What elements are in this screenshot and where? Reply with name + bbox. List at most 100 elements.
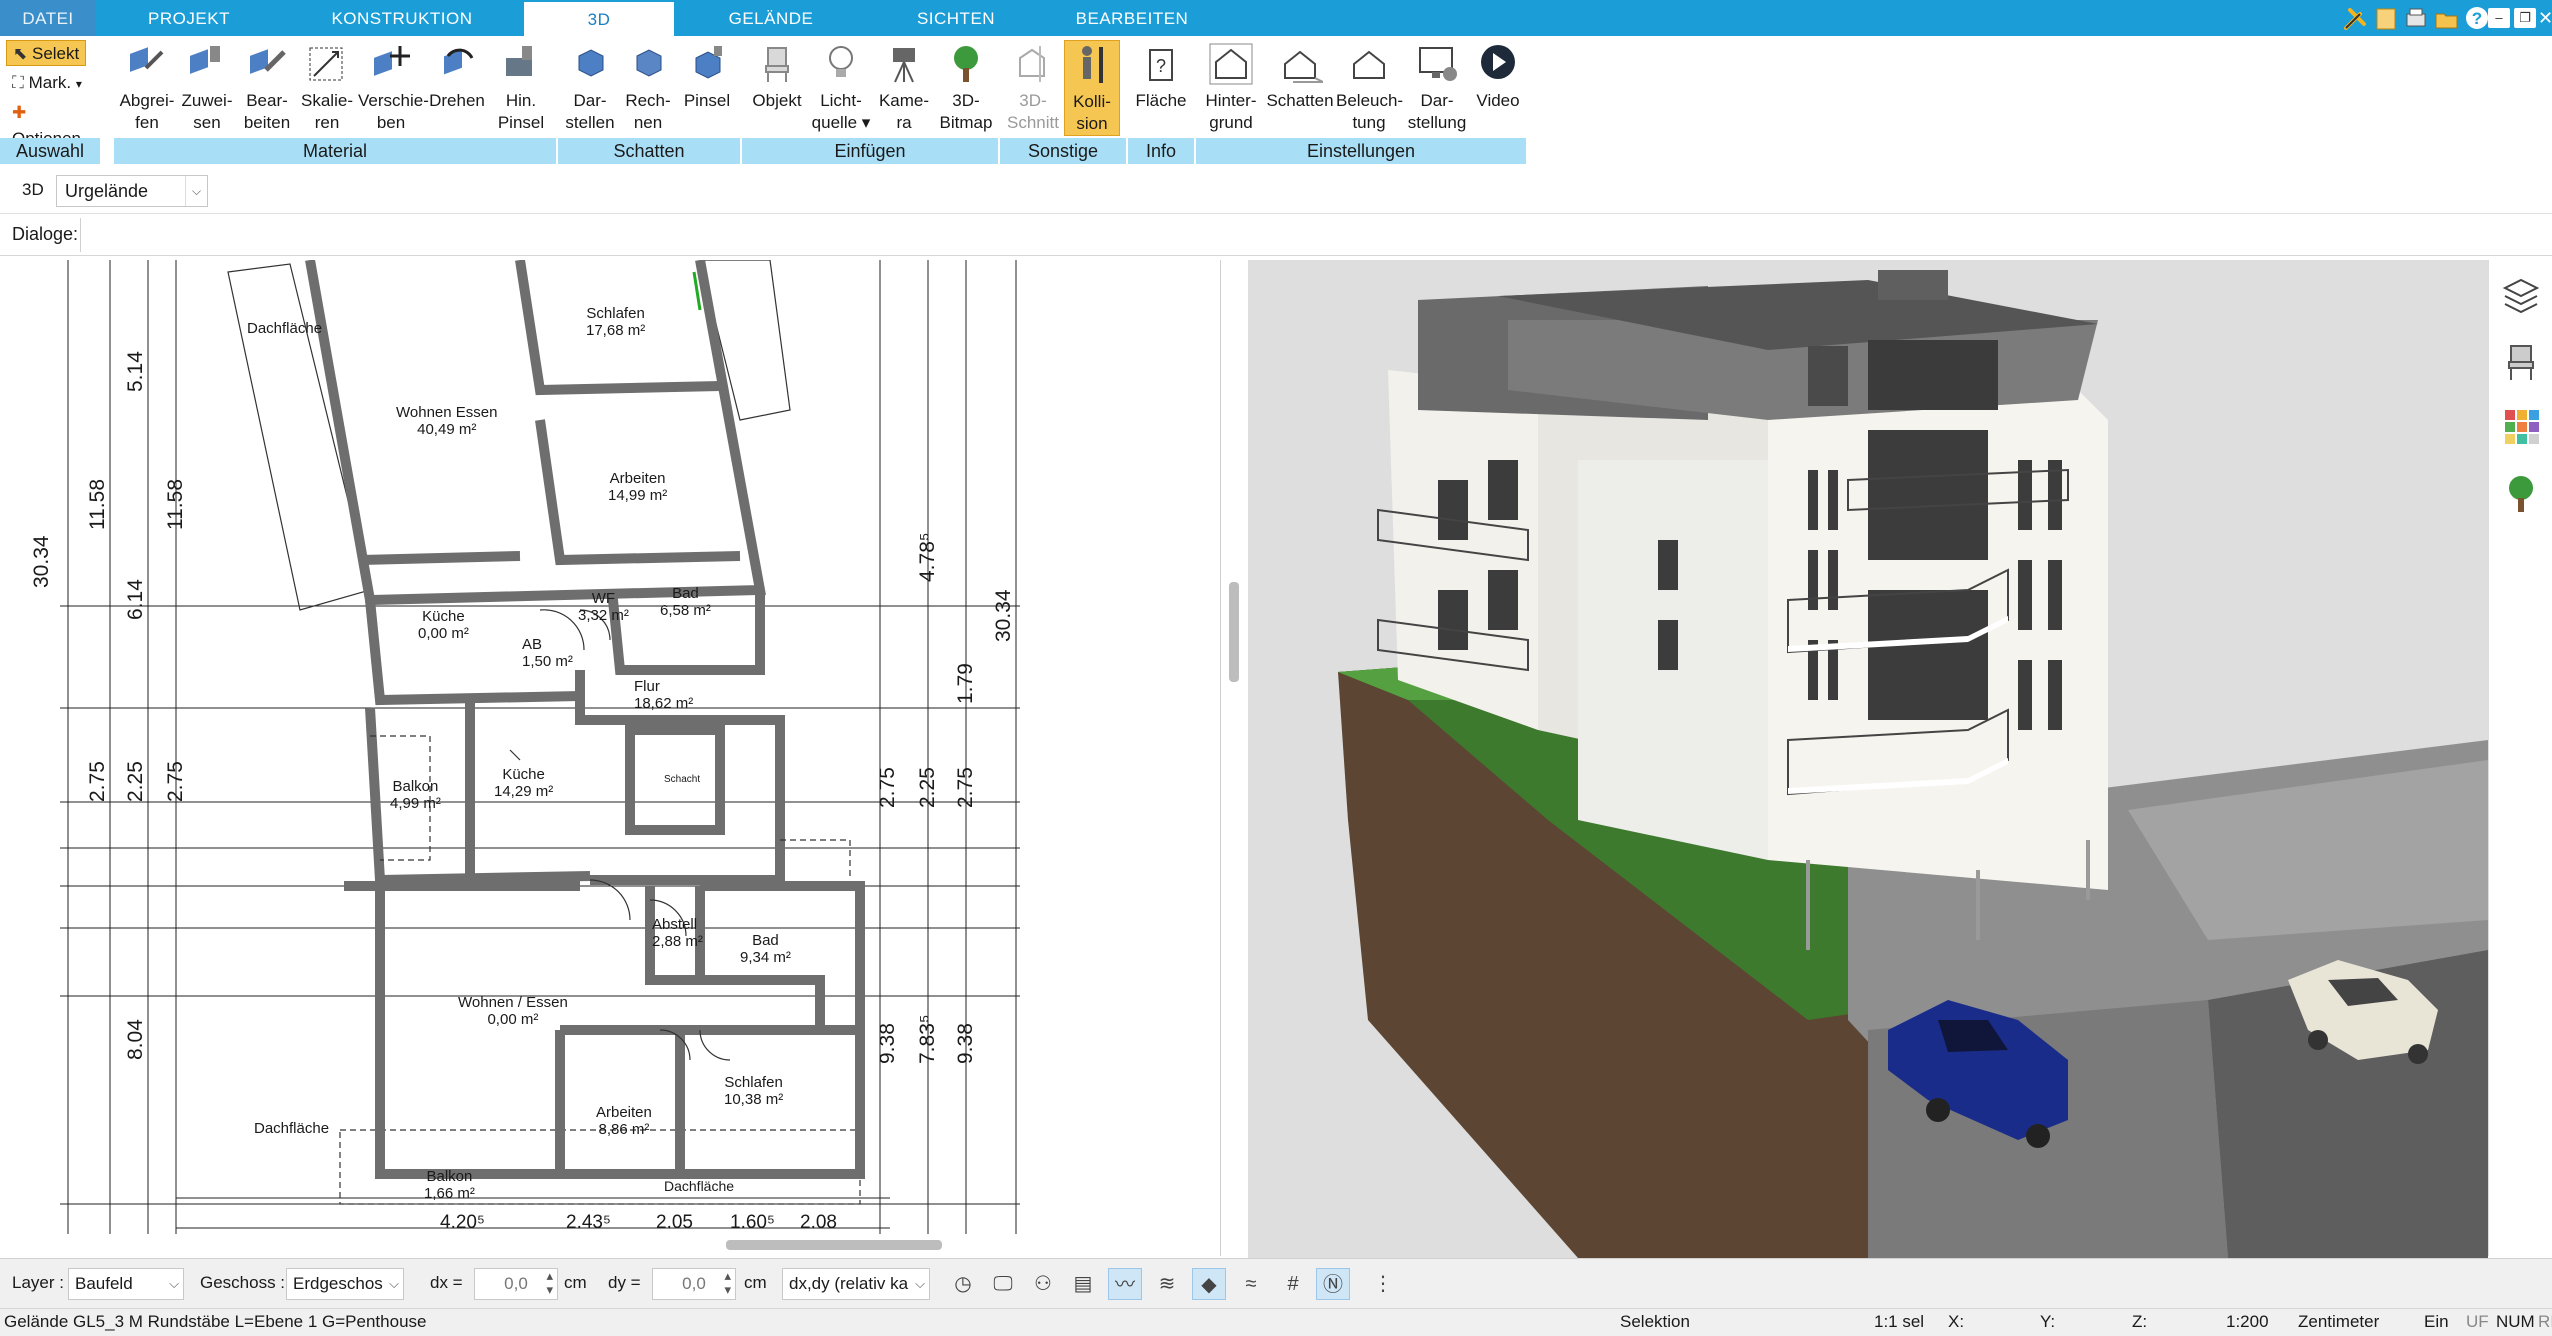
skalieren-button[interactable]: Skalie- ren [298, 40, 356, 136]
dx-input[interactable]: 0,0 ▴ ▾ [474, 1268, 558, 1300]
lightbulb-icon [829, 46, 853, 77]
tab-3d[interactable]: 3D [524, 2, 674, 36]
layers-icon[interactable] [2501, 274, 2541, 318]
slope-icon[interactable]: ≈ [1234, 1268, 1268, 1300]
play-icon [1481, 45, 1515, 79]
darstellung-label-2: stellung [1407, 113, 1467, 132]
drehen-button[interactable]: Drehen [426, 40, 488, 136]
zuweisen-button[interactable]: Zuwei- sen [178, 40, 236, 136]
plan-horizontal-scrollbar[interactable] [0, 1234, 1220, 1256]
3d-bitmap-button[interactable]: 3D- Bitmap [936, 40, 996, 136]
terrain-line-icon[interactable]: 〰 [1108, 1268, 1142, 1300]
hintergrund-button[interactable]: Hinter- grund [1198, 40, 1264, 136]
chevron-down-icon[interactable]: ⌵ [915, 1269, 925, 1299]
materials-palette-icon[interactable] [2501, 406, 2541, 450]
house-background-icon [1209, 43, 1253, 85]
furniture-icon[interactable] [2501, 340, 2541, 384]
schatten-pinsel-button[interactable]: Pinsel [678, 40, 736, 136]
north-icon[interactable]: Ⓝ [1316, 1268, 1350, 1300]
abgreifen-button[interactable]: Abgrei- fen [118, 40, 176, 136]
3d-schnitt-button[interactable]: 3D- Schnitt [1004, 40, 1062, 136]
geschoss-combo[interactable]: Erdgeschos ⌵ [286, 1268, 404, 1300]
tab-bearbeiten[interactable]: BEARBEITEN [1044, 0, 1220, 36]
floor-plan-view[interactable]: Dachfläche Schlafen 17,68 m² Wohnen Essen… [0, 260, 1220, 1234]
close-button[interactable]: ✕ [2538, 8, 2552, 28]
flaeche-button[interactable]: ? Fläche [1132, 40, 1190, 136]
tab-gelaende[interactable]: GELÄNDE [674, 0, 868, 36]
dimension-label: 4.20⁵ [440, 1212, 485, 1233]
3d-view[interactable] [1248, 260, 2488, 1258]
beleuchtung-button[interactable]: Beleuch- tung [1336, 40, 1403, 136]
chevron-down-icon[interactable]: ⌵ [169, 1269, 179, 1299]
right-side-panel [2488, 260, 2552, 1256]
grid-icon[interactable]: # [1276, 1268, 1310, 1300]
people-icon[interactable]: ⚇ [1026, 1268, 1060, 1300]
brush-icon [506, 46, 532, 76]
monitor-pin-icon[interactable]: 🖵 [986, 1268, 1020, 1300]
3d-schnitt-label-1: 3D- [1019, 91, 1047, 110]
skalieren-label-2: ren [314, 113, 340, 132]
selekt-button[interactable]: ⬉ Selekt [6, 40, 87, 66]
darstellung-label-1: Dar- [1420, 91, 1454, 110]
beleuchtung-label-2: tung [1352, 113, 1386, 132]
chevron-down-icon[interactable]: ⌵ [185, 176, 207, 206]
restore-button[interactable]: ❐ [2514, 8, 2536, 28]
scrollbar-thumb[interactable] [726, 1240, 942, 1250]
group-label-info: Info [1128, 138, 1194, 164]
more-options-icon[interactable]: ⋮ [1366, 1268, 1400, 1300]
dx-label: dx = [430, 1273, 463, 1292]
dy-input[interactable]: 0,0 ▴ ▾ [652, 1268, 736, 1300]
help-icon[interactable]: ? [2464, 5, 2490, 31]
coordinate-mode-combo[interactable]: dx,dy (relativ ka ⌵ [782, 1268, 930, 1300]
optionen-button[interactable]: ✚ Optionen [6, 100, 100, 148]
coordinate-mode-value: dx,dy (relativ ka [789, 1274, 909, 1293]
layer-combo[interactable]: Baufeld ⌵ [68, 1268, 184, 1300]
room-label: Arbeiten 14,99 m² [608, 470, 668, 504]
dimension-label: 8.04 [124, 1019, 147, 1060]
kollision-button[interactable]: Kolli- sion [1064, 40, 1120, 136]
area-info-icon: ? [1149, 49, 1173, 81]
dimension-label: 2.75 [164, 761, 187, 802]
dimension-label: 2.08 [800, 1212, 837, 1233]
schatten-darstellen-label-1: Dar- [573, 91, 607, 110]
schatten-rechnen-button[interactable]: Rech- nen [620, 40, 676, 136]
status-ri: RI [2538, 1312, 2552, 1331]
clock-icon[interactable]: ◷ [946, 1268, 980, 1300]
document-icon[interactable] [2374, 6, 2398, 32]
verschieben-button[interactable]: Verschie- ben [358, 40, 429, 136]
schatten-darstellen-button[interactable]: Dar- stellen [562, 40, 618, 136]
layers-stack-icon[interactable]: ▤ [1066, 1268, 1100, 1300]
bearbeiten-label-1: Bear- [246, 91, 288, 110]
mark-button[interactable]: ⛶ Mark. ▾ [6, 70, 88, 96]
tab-sichten[interactable]: SICHTEN [868, 0, 1044, 36]
kamera-button[interactable]: Kame- ra [874, 40, 934, 136]
scrollbar-thumb[interactable] [1229, 582, 1239, 682]
divider [80, 218, 81, 252]
zuweisen-label-1: Zuwei- [181, 91, 233, 110]
chevron-down-icon[interactable]: ⌵ [389, 1269, 399, 1299]
schatten-einstellung-button[interactable]: Schatten [1266, 40, 1334, 136]
surface-icon[interactable]: ≋ [1150, 1268, 1184, 1300]
tools-icon[interactable] [2342, 6, 2368, 32]
stepper-icon[interactable]: ▴ ▾ [546, 1269, 553, 1297]
chair-icon [765, 47, 789, 82]
tree-plants-icon[interactable] [2501, 472, 2541, 516]
darstellung-button[interactable]: Dar- stellung [1404, 40, 1470, 136]
objekt-button[interactable]: Objekt [746, 40, 808, 136]
tab-datei[interactable]: DATEI [0, 0, 96, 36]
cube-shadow-icon [578, 49, 604, 77]
lichtquelle-button[interactable]: Licht- quelle ▾ [810, 40, 872, 136]
terrain-combo[interactable]: Urgelände ⌵ [56, 175, 208, 207]
stepper-icon[interactable]: ▴ ▾ [724, 1269, 731, 1297]
plane-icon[interactable]: ◆ [1192, 1268, 1226, 1300]
hin-pinsel-button[interactable]: Hin. Pinsel [490, 40, 552, 136]
open-folder-icon[interactable] [2434, 6, 2460, 32]
print-icon[interactable] [2404, 6, 2428, 32]
minimize-button[interactable]: – [2488, 8, 2510, 28]
bearbeiten-button[interactable]: Bear- beiten [238, 40, 296, 136]
tab-projekt[interactable]: PROJEKT [96, 0, 282, 36]
plan-vertical-scrollbar[interactable] [1220, 260, 1248, 1256]
group-label-schatten: Schatten [558, 138, 740, 164]
video-button[interactable]: Video [1472, 40, 1524, 136]
tab-konstruktion[interactable]: KONSTRUKTION [282, 0, 522, 36]
